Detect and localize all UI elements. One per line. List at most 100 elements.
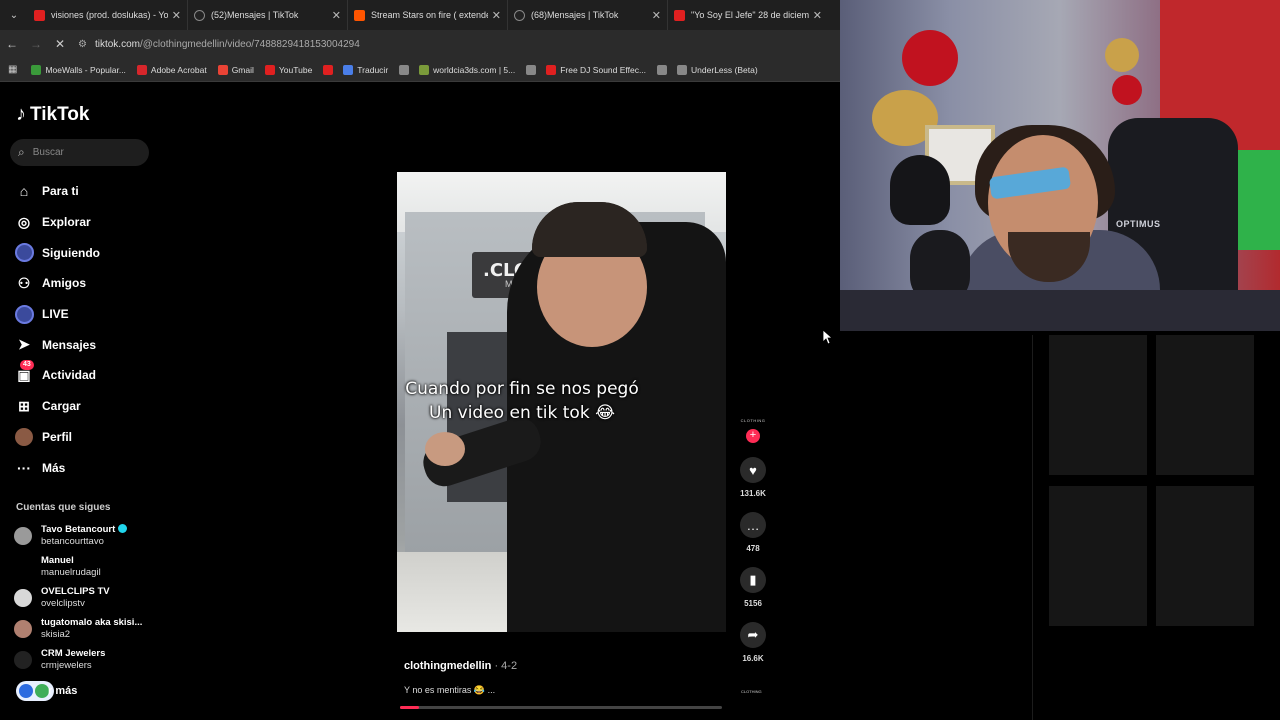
close-tab-icon[interactable]: ✕ xyxy=(172,9,181,22)
bookmark-item[interactable]: Adobe Acrobat xyxy=(136,64,207,75)
bookmark-item[interactable]: Traducir xyxy=(343,64,388,75)
verified-icon xyxy=(118,524,128,534)
followed-account[interactable]: CRM Jewelers crmjewelers xyxy=(14,644,164,675)
video-caption: Cuando por fin se nos pegó Un video en t… xyxy=(397,377,647,425)
bookmark-item[interactable]: MoeWalls - Popular... xyxy=(31,64,126,75)
browser-tab[interactable]: (68)Mensajes | TikTok ✕ xyxy=(508,0,668,30)
sidebar-item-label: Más xyxy=(42,460,66,475)
sidebar-item-cargar[interactable]: ⊞ Cargar xyxy=(14,391,164,422)
sidebar-item-explorar[interactable]: ◎ Explorar xyxy=(14,207,164,238)
browser-tab[interactable]: (52)Mensajes | TikTok ✕ xyxy=(188,0,348,30)
video-thumbnail[interactable] xyxy=(1049,335,1147,475)
follow-plus-icon[interactable]: + xyxy=(746,429,760,443)
bookmark-item[interactable]: YouTube xyxy=(264,64,312,75)
tiktok-icon xyxy=(194,9,205,21)
comment-button[interactable]: … 478 xyxy=(735,512,771,553)
followed-account[interactable]: Tavo Betancourt betancourttavo xyxy=(14,520,164,551)
close-tab-icon[interactable]: ✕ xyxy=(813,9,822,22)
back-icon[interactable]: ← xyxy=(0,37,24,51)
sidebar-item-para-ti[interactable]: ⌂ Para ti xyxy=(14,176,164,207)
see-more-button[interactable]: r más xyxy=(16,681,77,701)
bookmark-label: MoeWalls - Popular... xyxy=(45,64,126,75)
sidebar-item-live[interactable]: LIVE xyxy=(14,299,164,330)
video-thumbnail[interactable] xyxy=(1049,486,1147,626)
account-name-text: Tavo Betancourt xyxy=(41,523,116,535)
author-name[interactable]: clothingmedellin xyxy=(404,660,491,672)
see-more-label: r más xyxy=(48,685,78,697)
bookmark-favicon-icon xyxy=(264,64,275,75)
bookmark-item[interactable] xyxy=(657,64,671,75)
bookmark-item[interactable]: UnderLess (Beta) xyxy=(677,64,758,75)
browser-tab[interactable]: Stream Stars on fire ( extended ✕ xyxy=(348,0,508,30)
browser-tab[interactable]: "Yo Soy El Jefe" 28 de diciembr ✕ xyxy=(668,0,828,30)
video-thumbnail[interactable] xyxy=(1156,486,1254,626)
tab-search-icon[interactable]: ⌄ xyxy=(0,0,28,30)
status-icon xyxy=(35,684,49,698)
close-tab-icon[interactable]: ✕ xyxy=(652,9,661,22)
bookmark-item[interactable] xyxy=(399,64,413,75)
upload-icon: ⊞ xyxy=(18,397,30,414)
more-icon: ··· xyxy=(17,459,31,476)
bookmark-favicon-icon xyxy=(31,64,42,75)
video-author[interactable]: clothingmedellin · 4-2 xyxy=(404,660,517,672)
video-description[interactable]: Y no es mentiras 😂 ... xyxy=(404,685,495,696)
sidebar-item-amigos[interactable]: ⚇ Amigos xyxy=(14,268,164,299)
avatar xyxy=(14,243,34,263)
bookmark-item[interactable] xyxy=(323,64,337,75)
bookmark-item[interactable]: Gmail xyxy=(217,64,254,75)
close-tab-icon[interactable]: ✕ xyxy=(492,9,501,22)
site-info-icon[interactable]: ⚙ xyxy=(78,39,87,50)
video-player[interactable]: .CLO MED Cuando por fin se nos pegó Un v… xyxy=(397,172,726,632)
video-progress-bar[interactable] xyxy=(400,706,722,709)
sidebar-item-actividad[interactable]: ▣ 43 Actividad xyxy=(14,360,164,391)
account-username: manuelrudagil xyxy=(41,566,101,578)
bookmark-label: worldcia3ds.com | 5... xyxy=(433,64,516,75)
account-text: OVELCLIPS TV ovelclipstv xyxy=(41,586,110,610)
browser-tab[interactable]: visiones (prod. doslukas) - YouT ✕ xyxy=(28,0,188,30)
comment-icon: … xyxy=(740,512,766,538)
apps-grid-icon[interactable]: ▦ xyxy=(8,64,17,75)
avatar xyxy=(14,619,32,638)
video-thumbnail[interactable] xyxy=(1156,335,1254,475)
followed-account[interactable]: Manuel manuelrudagil xyxy=(14,551,164,582)
sidebar-item-m-s[interactable]: ··· Más xyxy=(14,452,164,483)
search-input[interactable]: ⌕ Buscar xyxy=(10,139,149,166)
next-video-avatar[interactable]: CLOTHING xyxy=(741,689,762,694)
webcam-desk xyxy=(840,290,1280,331)
sidebar-nav: ⌂ Para ti ◎ Explorar Siguiendo ⚇ Amigos LIVE ➤ Me… xyxy=(14,176,164,483)
red-ornament xyxy=(902,30,958,86)
sidebar-item-perfil[interactable]: Perfil xyxy=(14,422,164,453)
bookmark-item[interactable] xyxy=(526,64,540,75)
video-progress-fill xyxy=(400,706,420,709)
close-tab-icon[interactable]: ✕ xyxy=(332,9,341,22)
bookmark-favicon-icon xyxy=(399,64,410,75)
sidebar-item-mensajes[interactable]: ➤ Mensajes xyxy=(14,329,164,360)
sidebar-item-label: Mensajes xyxy=(42,337,97,352)
forward-icon[interactable]: → xyxy=(24,37,48,51)
url-field[interactable]: ⚙ tiktok.com/@clothingmedellin/video/748… xyxy=(78,34,832,54)
account-name-text: CRM Jewelers xyxy=(41,647,106,659)
share-button[interactable]: ➦ 16.6K xyxy=(735,622,771,663)
stop-loading-icon[interactable]: ✕ xyxy=(48,37,72,51)
sidebar-item-siguiendo[interactable]: Siguiendo xyxy=(14,237,164,268)
account-name: Tavo Betancourt xyxy=(41,523,128,536)
bookmark-item[interactable]: worldcia3ds.com | 5... xyxy=(419,64,516,75)
followed-account[interactable]: tugatomalo aka skisi... skisia2 xyxy=(14,613,164,644)
followed-account[interactable]: OVELCLIPS TV ovelclipstv xyxy=(14,582,164,613)
sidebar-item-label: Para ti xyxy=(42,184,79,199)
search-placeholder: Buscar xyxy=(32,147,64,158)
bookmark-label: Gmail xyxy=(231,64,254,75)
play-icon xyxy=(19,684,33,698)
creator-avatar[interactable]: CLOTHING xyxy=(735,418,771,423)
bookmark-item[interactable]: Free DJ Sound Effec... xyxy=(546,64,646,75)
bookmark-favicon-icon xyxy=(657,64,668,75)
avatar xyxy=(14,588,32,607)
save-button[interactable]: ▮ 5156 xyxy=(735,567,771,608)
sidebar-item-label: Explorar xyxy=(42,215,91,230)
like-button[interactable]: ♥ 131.6K xyxy=(735,457,771,498)
following-avatar-icon xyxy=(14,243,34,263)
bookmark-favicon-icon xyxy=(343,64,354,75)
account-name: tugatomalo aka skisi... xyxy=(41,617,142,629)
tiktok-logo[interactable]: ♪ TikTok xyxy=(16,103,89,126)
account-name-text: tugatomalo aka skisi... xyxy=(41,616,143,628)
